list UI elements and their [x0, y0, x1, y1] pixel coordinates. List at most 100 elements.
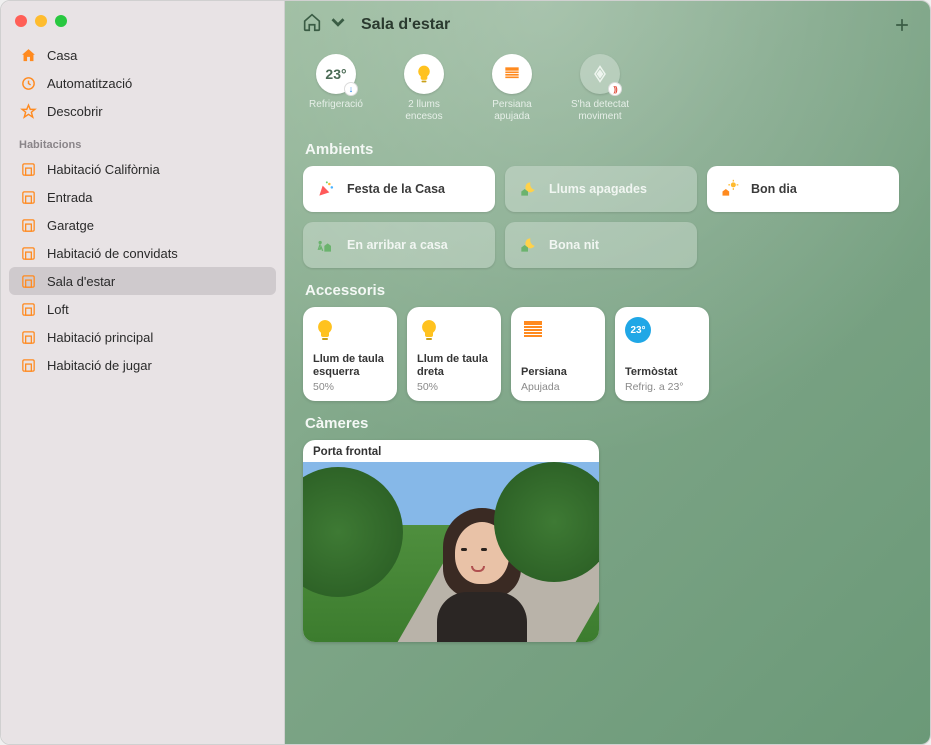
accessory-status: Apujada	[521, 381, 595, 393]
moon-home-icon	[517, 234, 539, 256]
accessory-tile[interactable]: 23° Termòstat Refrig. a 23°	[615, 307, 709, 401]
status-caption: Refrigeració	[309, 99, 363, 111]
scene-tile[interactable]: Llums apagades	[505, 166, 697, 212]
room-label: Garatge	[47, 218, 94, 233]
bulb-icon	[313, 317, 387, 343]
temp-icon: 23°	[316, 54, 356, 94]
cameras-title: Càmeres	[305, 415, 912, 432]
sidebar-room-item[interactable]: Habitació principal	[9, 323, 276, 351]
scene-tile[interactable]: Bon dia	[707, 166, 899, 212]
bulb-icon	[404, 54, 444, 94]
nav-top: Casa Automatització Descobrir	[1, 41, 284, 125]
rooms-list: Habitació Califòrnia Entrada Garatge Habita…	[1, 155, 284, 379]
blind-icon	[492, 54, 532, 94]
minimize-window-button[interactable]	[35, 15, 47, 27]
rooms-header: Habitacions	[1, 125, 284, 155]
close-window-button[interactable]	[15, 15, 27, 27]
scene-tile[interactable]: En arribar a casa	[303, 222, 495, 268]
person-placeholder	[427, 508, 537, 642]
party-icon	[315, 178, 337, 200]
status-row: 23° Refrigeració 2 llums encesos Persiana a…	[303, 54, 912, 123]
accessory-name: Llum de taula dreta	[417, 353, 491, 379]
accessories-title: Accessoris	[305, 282, 912, 299]
status-badge	[344, 82, 358, 96]
accessory-name: Termòstat	[625, 366, 699, 379]
room-label: Entrada	[47, 190, 93, 205]
scene-label: Bona nit	[549, 238, 599, 252]
accessory-tile[interactable]: Persiana Apujada	[511, 307, 605, 401]
page-title: Sala d'estar	[361, 16, 450, 34]
nav-item-home[interactable]: Casa	[9, 41, 276, 69]
sidebar-room-item[interactable]: Habitació de jugar	[9, 351, 276, 379]
blind-icon	[521, 317, 595, 343]
content: 23° Refrigeració 2 llums encesos Persiana a…	[285, 48, 930, 660]
scene-label: Bon dia	[751, 182, 797, 196]
status-tile-blind[interactable]: Persiana apujada	[479, 54, 545, 123]
accessory-name: Persiana	[521, 366, 595, 379]
motion-icon	[580, 54, 620, 94]
room-label: Habitació Califòrnia	[47, 162, 160, 177]
nav-item-discover[interactable]: Descobrir	[9, 97, 276, 125]
window-controls	[1, 9, 284, 41]
room-label: Loft	[47, 302, 69, 317]
status-tile-motion[interactable]: S'ha detectat moviment	[567, 54, 633, 123]
clock-icon	[19, 74, 37, 92]
status-tile-temp[interactable]: 23° Refrigeració	[303, 54, 369, 123]
chevron-down-icon	[327, 11, 349, 38]
camera-label: Porta frontal	[303, 440, 599, 462]
sidebar-room-item[interactable]: Loft	[9, 295, 276, 323]
sidebar-room-item[interactable]: Garatge	[9, 211, 276, 239]
accessory-status: 50%	[417, 381, 491, 393]
nav-label: Descobrir	[47, 104, 103, 119]
accessory-tile[interactable]: Llum de taula dreta 50%	[407, 307, 501, 401]
room-picker-button[interactable]	[301, 11, 349, 38]
accessory-grid: Llum de taula esquerra50%Llum de taula d…	[303, 307, 912, 401]
room-icon	[19, 216, 37, 234]
camera-tile[interactable]: Porta frontal	[303, 440, 599, 642]
nav-label: Casa	[47, 48, 77, 63]
room-icon	[19, 356, 37, 374]
scene-label: En arribar a casa	[347, 238, 448, 252]
moon-home-icon	[517, 178, 539, 200]
accessory-tile[interactable]: Llum de taula esquerra50%	[303, 307, 397, 401]
status-caption: Persiana apujada	[479, 99, 545, 123]
scene-tile[interactable]: Festa de la Casa	[303, 166, 495, 212]
sun-home-icon	[719, 178, 741, 200]
main-panel: Sala d'estar 23° Refrigeració 2 llums ence…	[285, 1, 930, 744]
sidebar-room-item[interactable]: Habitació Califòrnia	[9, 155, 276, 183]
room-label: Sala d'estar	[47, 274, 115, 289]
status-caption: S'ha detectat moviment	[567, 99, 633, 123]
status-tile-bulb[interactable]: 2 llums encesos	[391, 54, 457, 123]
accessory-status: Refrig. a 23°	[625, 381, 699, 393]
sidebar: Casa Automatització Descobrir Habitacion…	[1, 1, 285, 744]
star-icon	[19, 102, 37, 120]
nav-item-automation[interactable]: Automatització	[9, 69, 276, 97]
scenes-title: Ambients	[305, 141, 912, 158]
thermo-icon: 23°	[625, 317, 699, 343]
scene-grid: Festa de la Casa Llums apagades Bon dia En …	[303, 166, 912, 268]
sidebar-room-item[interactable]: Entrada	[9, 183, 276, 211]
scene-tile[interactable]: Bona nit	[505, 222, 697, 268]
bulb-icon	[417, 317, 491, 343]
room-icon	[19, 160, 37, 178]
scene-label: Llums apagades	[549, 182, 647, 196]
accessory-name: Llum de taula esquerra	[313, 353, 387, 379]
maximize-window-button[interactable]	[55, 15, 67, 27]
toolbar: Sala d'estar	[285, 1, 930, 48]
room-label: Habitació de jugar	[47, 358, 152, 373]
home-outline-icon	[301, 11, 323, 38]
room-icon	[19, 328, 37, 346]
camera-thumbnail	[303, 462, 599, 642]
sidebar-room-item[interactable]: Sala d'estar	[9, 267, 276, 295]
nav-label: Automatització	[47, 76, 132, 91]
add-button[interactable]	[890, 13, 914, 37]
room-icon	[19, 272, 37, 290]
arrive-home-icon	[315, 234, 337, 256]
sidebar-room-item[interactable]: Habitació de convidats	[9, 239, 276, 267]
room-label: Habitació de convidats	[47, 246, 178, 261]
status-badge	[608, 82, 622, 96]
status-caption: 2 llums encesos	[391, 99, 457, 123]
room-icon	[19, 300, 37, 318]
scene-label: Festa de la Casa	[347, 182, 445, 196]
app-window: Casa Automatització Descobrir Habitacion…	[0, 0, 931, 745]
